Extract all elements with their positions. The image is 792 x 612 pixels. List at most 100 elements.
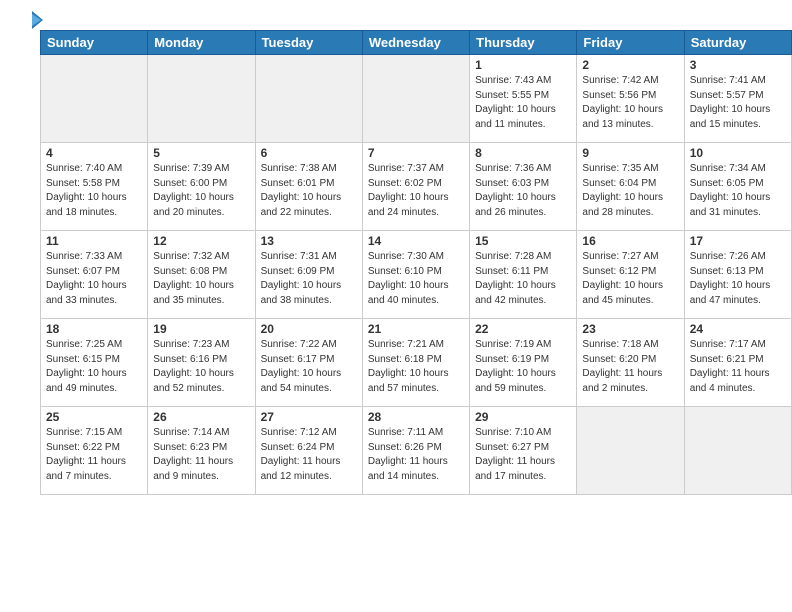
day-info: Sunrise: 7:21 AM Sunset: 6:18 PM Dayligh… — [368, 338, 464, 396]
day-number: 4 — [46, 146, 142, 160]
day-header-saturday: Saturday — [684, 31, 791, 55]
day-cell-15: 15Sunrise: 7:28 AM Sunset: 6:11 PM Dayli… — [470, 231, 577, 319]
day-number: 29 — [475, 410, 571, 424]
day-info: Sunrise: 7:22 AM Sunset: 6:17 PM Dayligh… — [261, 338, 357, 396]
day-cell-29: 29 Sunrise: 7:10 AM Sunset: 6:27 PM Dayli… — [470, 407, 577, 495]
day-number: 5 — [153, 146, 249, 160]
day-number: 15 — [475, 234, 571, 248]
day-cell-11: 11 Sunrise: 7:33 AM Sunset: 6:07 PM Dayli… — [41, 231, 148, 319]
day-info: Sunrise: 7:30 AM Sunset: 6:10 PM Dayligh… — [368, 250, 464, 308]
day-info: Sunrise: 7:17 AM Sunset: 6:21 PM Dayligh… — [690, 338, 786, 396]
day-header-thursday: Thursday — [470, 31, 577, 55]
day-cell-12: 12Sunrise: 7:32 AM Sunset: 6:08 PM Dayli… — [148, 231, 255, 319]
empty-cell — [362, 55, 469, 143]
day-number: 27 — [261, 410, 357, 424]
day-info: Sunrise: 7:18 AM Sunset: 6:20 PM Dayligh… — [582, 338, 678, 396]
week-row-2: 4 Sunrise: 7:40 AM Sunset: 5:58 PM Daylig… — [41, 143, 792, 231]
day-cell-25: 25 Sunrise: 7:15 AM Sunset: 6:22 PM Dayli… — [41, 407, 148, 495]
day-info: Sunrise: 7:34 AM Sunset: 6:05 PM Dayligh… — [690, 162, 786, 220]
day-cell-10: 10 Sunrise: 7:34 AM Sunset: 6:05 PM Dayli… — [684, 143, 791, 231]
day-cell-5: 5 Sunrise: 7:39 AM Sunset: 6:00 PM Daylig… — [148, 143, 255, 231]
empty-cell — [255, 55, 362, 143]
day-header-wednesday: Wednesday — [362, 31, 469, 55]
day-number: 19 — [153, 322, 249, 336]
day-number: 16 — [582, 234, 678, 248]
empty-cell — [577, 407, 684, 495]
day-info: Sunrise: 7:25 AM Sunset: 6:15 PM Dayligh… — [46, 338, 142, 396]
day-info: Sunrise: 7:36 AM Sunset: 6:03 PM Dayligh… — [475, 162, 571, 220]
day-info: Sunrise: 7:10 AM Sunset: 6:27 PM Dayligh… — [475, 426, 571, 484]
day-info: Sunrise: 7:37 AM Sunset: 6:02 PM Dayligh… — [368, 162, 464, 220]
day-cell-7: 7 Sunrise: 7:37 AM Sunset: 6:02 PM Daylig… — [362, 143, 469, 231]
day-header-monday: Monday — [148, 31, 255, 55]
day-number: 7 — [368, 146, 464, 160]
day-number: 8 — [475, 146, 571, 160]
day-info: Sunrise: 7:31 AM Sunset: 6:09 PM Dayligh… — [261, 250, 357, 308]
logo-flag-icon — [21, 10, 43, 30]
day-number: 22 — [475, 322, 571, 336]
empty-cell — [684, 407, 791, 495]
day-cell-24: 24 Sunrise: 7:17 AM Sunset: 6:21 PM Dayli… — [684, 319, 791, 407]
day-cell-3: 3Sunrise: 7:41 AM Sunset: 5:57 PM Daylig… — [684, 55, 791, 143]
logo — [20, 10, 44, 24]
day-info: Sunrise: 7:39 AM Sunset: 6:00 PM Dayligh… — [153, 162, 249, 220]
day-cell-4: 4 Sunrise: 7:40 AM Sunset: 5:58 PM Daylig… — [41, 143, 148, 231]
day-cell-13: 13Sunrise: 7:31 AM Sunset: 6:09 PM Dayli… — [255, 231, 362, 319]
header — [0, 0, 792, 30]
day-cell-28: 28 Sunrise: 7:11 AM Sunset: 6:26 PM Dayli… — [362, 407, 469, 495]
day-info: Sunrise: 7:11 AM Sunset: 6:26 PM Dayligh… — [368, 426, 464, 484]
day-cell-19: 19Sunrise: 7:23 AM Sunset: 6:16 PM Dayli… — [148, 319, 255, 407]
day-cell-16: 16 Sunrise: 7:27 AM Sunset: 6:12 PM Dayli… — [577, 231, 684, 319]
day-info: Sunrise: 7:42 AM Sunset: 5:56 PM Dayligh… — [582, 74, 678, 132]
day-cell-23: 23 Sunrise: 7:18 AM Sunset: 6:20 PM Dayli… — [577, 319, 684, 407]
day-number: 28 — [368, 410, 464, 424]
day-number: 21 — [368, 322, 464, 336]
day-number: 24 — [690, 322, 786, 336]
day-info: Sunrise: 7:41 AM Sunset: 5:57 PM Dayligh… — [690, 74, 786, 132]
day-cell-14: 14 Sunrise: 7:30 AM Sunset: 6:10 PM Dayli… — [362, 231, 469, 319]
day-number: 18 — [46, 322, 142, 336]
day-number: 1 — [475, 58, 571, 72]
day-info: Sunrise: 7:15 AM Sunset: 6:22 PM Dayligh… — [46, 426, 142, 484]
day-number: 6 — [261, 146, 357, 160]
day-cell-9: 9 Sunrise: 7:35 AM Sunset: 6:04 PM Daylig… — [577, 143, 684, 231]
day-number: 25 — [46, 410, 142, 424]
day-info: Sunrise: 7:33 AM Sunset: 6:07 PM Dayligh… — [46, 250, 142, 308]
day-number: 9 — [582, 146, 678, 160]
day-header-friday: Friday — [577, 31, 684, 55]
day-info: Sunrise: 7:14 AM Sunset: 6:23 PM Dayligh… — [153, 426, 249, 484]
day-cell-26: 26 Sunrise: 7:14 AM Sunset: 6:23 PM Dayli… — [148, 407, 255, 495]
empty-cell — [148, 55, 255, 143]
day-info: Sunrise: 7:38 AM Sunset: 6:01 PM Dayligh… — [261, 162, 357, 220]
day-info: Sunrise: 7:27 AM Sunset: 6:12 PM Dayligh… — [582, 250, 678, 308]
day-cell-18: 18 Sunrise: 7:25 AM Sunset: 6:15 PM Dayli… — [41, 319, 148, 407]
week-row-1: 1 Sunrise: 7:43 AM Sunset: 5:55 PM Daylig… — [41, 55, 792, 143]
day-number: 2 — [582, 58, 678, 72]
calendar-table: SundayMondayTuesdayWednesdayThursdayFrid… — [40, 30, 792, 495]
day-number: 10 — [690, 146, 786, 160]
day-header-sunday: Sunday — [41, 31, 148, 55]
day-cell-22: 22Sunrise: 7:19 AM Sunset: 6:19 PM Dayli… — [470, 319, 577, 407]
day-info: Sunrise: 7:43 AM Sunset: 5:55 PM Dayligh… — [475, 74, 571, 132]
day-info: Sunrise: 7:35 AM Sunset: 6:04 PM Dayligh… — [582, 162, 678, 220]
day-number: 11 — [46, 234, 142, 248]
week-row-3: 11 Sunrise: 7:33 AM Sunset: 6:07 PM Dayli… — [41, 231, 792, 319]
day-header-tuesday: Tuesday — [255, 31, 362, 55]
day-info: Sunrise: 7:26 AM Sunset: 6:13 PM Dayligh… — [690, 250, 786, 308]
day-cell-2: 2 Sunrise: 7:42 AM Sunset: 5:56 PM Daylig… — [577, 55, 684, 143]
calendar-wrapper: SundayMondayTuesdayWednesdayThursdayFrid… — [0, 30, 792, 495]
day-cell-8: 8 Sunrise: 7:36 AM Sunset: 6:03 PM Daylig… — [470, 143, 577, 231]
day-number: 14 — [368, 234, 464, 248]
day-number: 17 — [690, 234, 786, 248]
day-cell-20: 20 Sunrise: 7:22 AM Sunset: 6:17 PM Dayli… — [255, 319, 362, 407]
day-number: 26 — [153, 410, 249, 424]
day-number: 23 — [582, 322, 678, 336]
day-number: 20 — [261, 322, 357, 336]
day-cell-17: 17 Sunrise: 7:26 AM Sunset: 6:13 PM Dayli… — [684, 231, 791, 319]
day-headers-row: SundayMondayTuesdayWednesdayThursdayFrid… — [41, 31, 792, 55]
day-number: 12 — [153, 234, 249, 248]
day-info: Sunrise: 7:40 AM Sunset: 5:58 PM Dayligh… — [46, 162, 142, 220]
day-cell-1: 1 Sunrise: 7:43 AM Sunset: 5:55 PM Daylig… — [470, 55, 577, 143]
week-row-4: 18 Sunrise: 7:25 AM Sunset: 6:15 PM Dayli… — [41, 319, 792, 407]
day-cell-27: 27Sunrise: 7:12 AM Sunset: 6:24 PM Dayli… — [255, 407, 362, 495]
